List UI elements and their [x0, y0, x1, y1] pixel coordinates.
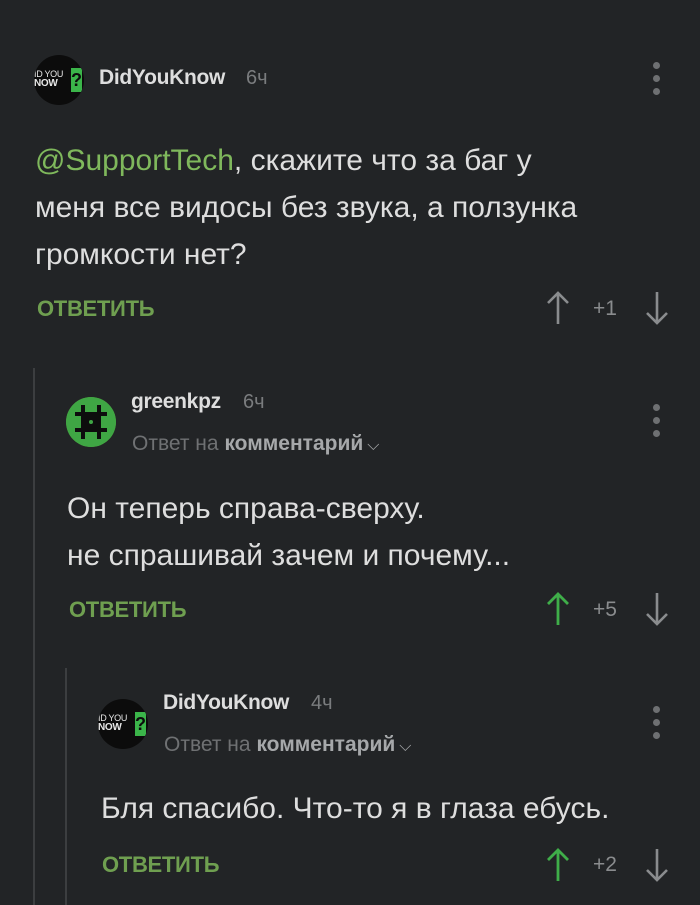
upvote-arrow-icon[interactable] — [546, 290, 570, 326]
chevron-down-icon: ⌵ — [367, 437, 380, 454]
user-avatar[interactable]: ID YOU NOW ? — [98, 699, 148, 749]
upvote-arrow-icon[interactable] — [546, 847, 570, 883]
hash-grid-avatar-icon — [66, 397, 116, 447]
more-options-icon[interactable] — [653, 404, 661, 440]
comment-text: Он теперь справа-сверху. не спрашивай за… — [67, 492, 511, 572]
more-options-icon[interactable] — [653, 706, 661, 742]
comment-text: Бля спасибо. Что-то я в глаза ебусь. — [101, 792, 610, 825]
username[interactable]: greenkpz — [131, 390, 221, 414]
thread-line-level-1 — [33, 368, 35, 905]
comment-text: @SupportTech, скажите что за баг у меня … — [35, 144, 578, 271]
reply-to-link[interactable]: Ответ на комментарий ⌵ — [132, 432, 379, 456]
reply-button[interactable]: ОТВЕТИТЬ — [69, 597, 187, 623]
rating-count: +5 — [593, 598, 617, 621]
upvote-arrow-icon[interactable] — [546, 591, 570, 627]
username[interactable]: DidYouKnow — [163, 691, 289, 715]
reply-button[interactable]: ОТВЕТИТЬ — [102, 852, 220, 878]
rating-count: +2 — [593, 853, 617, 876]
username[interactable]: DidYouKnow — [99, 66, 225, 90]
downvote-arrow-icon[interactable] — [645, 591, 669, 627]
user-mention-link[interactable]: @SupportTech — [35, 144, 234, 177]
timestamp: 6ч — [246, 67, 268, 89]
downvote-arrow-icon[interactable] — [645, 847, 669, 883]
avatar-logo-text: ID YOU NOW — [34, 69, 64, 89]
reply-to-link[interactable]: Ответ на комментарий ⌵ — [164, 733, 411, 757]
chevron-down-icon: ⌵ — [399, 738, 412, 755]
downvote-arrow-icon[interactable] — [645, 290, 669, 326]
reply-button[interactable]: ОТВЕТИТЬ — [37, 296, 155, 322]
timestamp: 4ч — [311, 692, 333, 714]
more-options-icon[interactable] — [653, 62, 661, 98]
avatar-question-mark: ? — [71, 68, 82, 92]
thread-line-level-2 — [65, 668, 67, 905]
avatar-logo-text: ID YOU NOW — [98, 713, 128, 733]
user-avatar[interactable]: ID YOU NOW ? — [34, 55, 84, 105]
avatar-question-mark: ? — [135, 712, 146, 736]
user-avatar[interactable] — [66, 397, 116, 447]
rating-count: +1 — [593, 297, 617, 320]
timestamp: 6ч — [243, 391, 265, 413]
